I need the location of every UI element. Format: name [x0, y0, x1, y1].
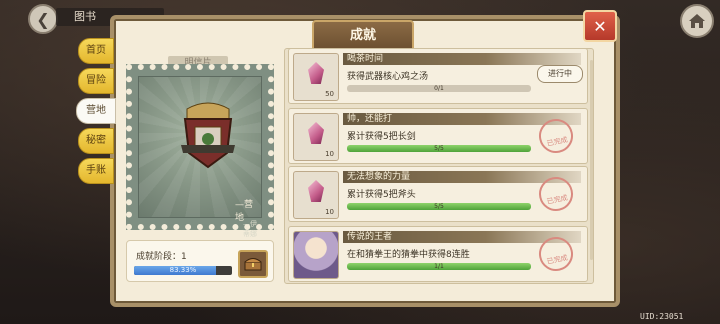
- reward-quantity: 10: [325, 150, 334, 158]
- achievement-progress-text: 1/1: [434, 263, 444, 270]
- completed-label: 已完成: [546, 135, 569, 148]
- tab-journal[interactable]: 手账: [78, 158, 114, 184]
- back-arrow-icon: ❮: [36, 9, 50, 29]
- camp-emblem-icon: [181, 102, 235, 169]
- achievement-description: 累计获得5把斧头: [347, 190, 416, 200]
- reward-slot: 10: [293, 171, 339, 219]
- reward-slot: 50: [293, 53, 339, 101]
- completed-label: 已完成: [546, 253, 569, 266]
- stage-progress-text: 83.33%: [169, 266, 197, 274]
- reward-quantity: 10: [325, 208, 334, 216]
- stamp-background: —营地 —伊蒂娜: [138, 76, 262, 238]
- pink-gem-icon: [308, 62, 324, 84]
- achievement-progress-text: 5/5: [434, 145, 444, 152]
- achievement-row: 10 无法想象的力量 累计获得5把斧头 5/5 已完成: [288, 166, 588, 222]
- home-icon: [689, 14, 705, 28]
- achievement-progress-text: 5/5: [434, 203, 444, 210]
- home-button[interactable]: [680, 4, 714, 38]
- close-button[interactable]: ✕: [583, 10, 617, 42]
- tab-secret[interactable]: 秘密: [78, 128, 114, 154]
- stamp-signature: —伊蒂娜: [243, 220, 257, 238]
- achievement-row: 10 帅，还能打 累计获得5把长剑 5/5 已完成: [288, 108, 588, 164]
- achievement-progress-text: 0/1: [434, 85, 444, 92]
- reward-quantity: 50: [325, 90, 334, 98]
- back-button[interactable]: ❮: [28, 4, 58, 34]
- reward-slot: 10: [293, 113, 339, 161]
- reward-chest-icon[interactable]: [238, 250, 268, 278]
- achievement-title: 喝茶时间: [343, 53, 581, 65]
- user-id: UID:23051: [640, 312, 684, 321]
- chest-icon: [244, 258, 262, 271]
- achievement-description: 在和猜拳王的猜拳中获得8连胜: [347, 250, 470, 260]
- in-progress-button[interactable]: 进行中: [537, 65, 583, 83]
- close-icon: ✕: [593, 16, 607, 36]
- achievement-row: 50 喝茶时间 获得武器核心鸡之汤 0/1 进行中: [288, 48, 588, 104]
- tab-adventure[interactable]: 冒险: [78, 68, 114, 94]
- achievement-description: 累计获得5把长剑: [347, 132, 416, 142]
- pink-gem-icon: [308, 180, 324, 202]
- pink-gem-icon: [308, 122, 324, 144]
- tab-home[interactable]: 首页: [78, 38, 114, 64]
- character-portrait: [293, 231, 339, 279]
- tab-camp[interactable]: 营地: [76, 98, 116, 124]
- completed-label: 已完成: [546, 193, 569, 206]
- achievement-stage-label: 成就阶段：1: [136, 252, 187, 262]
- achievement-row: 传说的王者 在和猜拳王的猜拳中获得8连胜 1/1 已完成: [288, 226, 588, 282]
- achievement-description: 获得武器核心鸡之汤: [347, 72, 429, 82]
- scrollbar[interactable]: [590, 60, 593, 260]
- postcard-stamp: —营地 —伊蒂娜: [126, 64, 274, 238]
